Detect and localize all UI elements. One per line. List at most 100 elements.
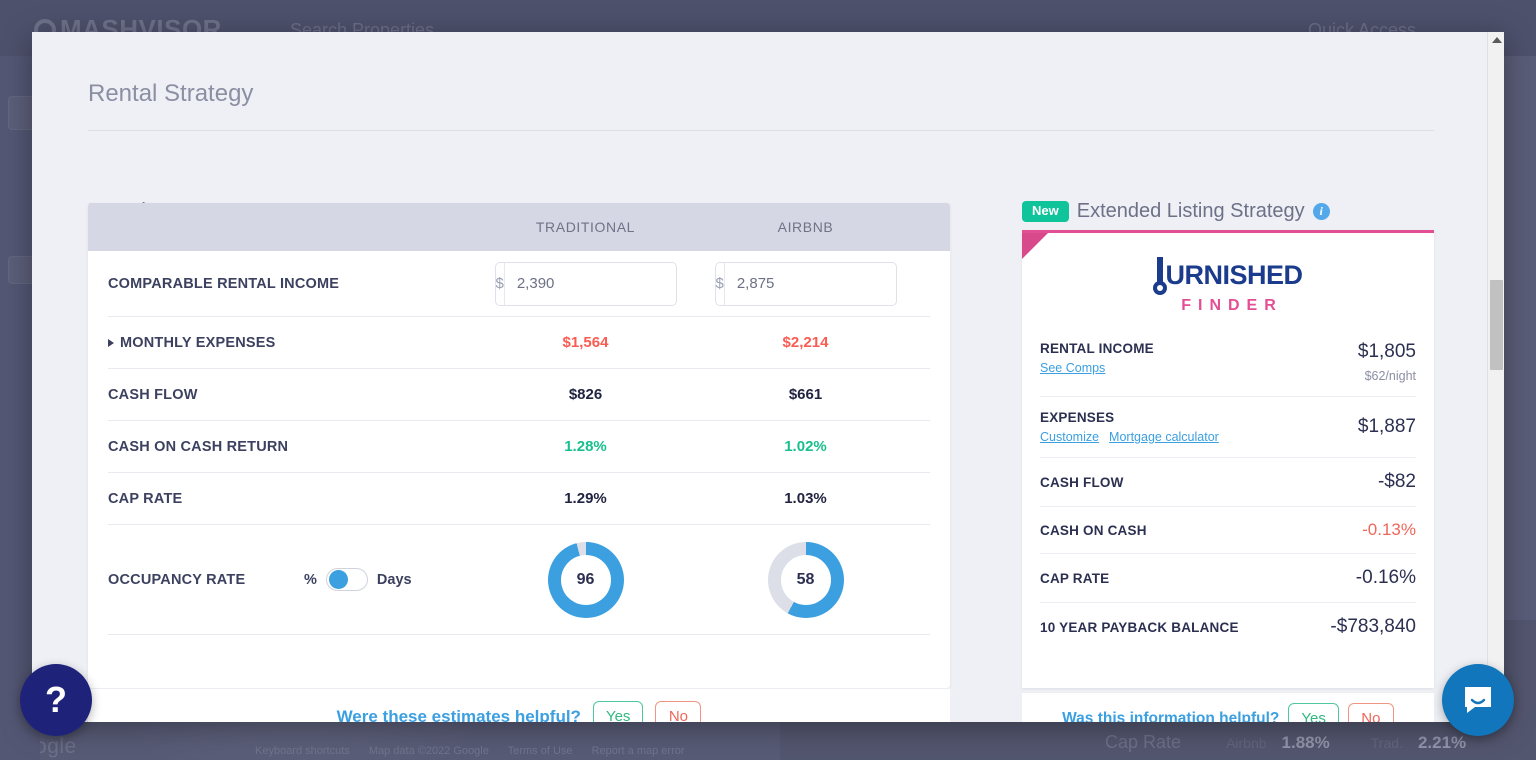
- row-label: CASH ON CASH RETURN: [108, 438, 289, 455]
- currency-prefix: $: [716, 262, 725, 305]
- comparable-rental-income-airbnb-group: $: [714, 261, 897, 306]
- ff-label: EXPENSES: [1040, 410, 1115, 425]
- ff-row-cap-rate: CAP RATE -0.16%: [1040, 554, 1416, 603]
- scroll-up-arrow-icon[interactable]: [1492, 37, 1502, 43]
- chevron-right-icon[interactable]: [108, 338, 114, 347]
- background-trad-label: Trad.: [1370, 735, 1403, 751]
- chat-widget-button[interactable]: [1442, 664, 1514, 736]
- background-cap-rate-label: Cap Rate: [1105, 732, 1182, 752]
- occupancy-rate-label: OCCUPANCY RATE: [108, 571, 246, 588]
- ff-label: RENTAL INCOME: [1040, 341, 1154, 356]
- cap-rate-airbnb: 1.03%: [784, 490, 827, 507]
- rental-strategy-table-card: TRADITIONAL AIRBNB COMPARABLE RENTAL INC…: [88, 203, 950, 688]
- extended-listing-strategy-card: URNISHED FINDER RENTAL INCOME See Comps …: [1022, 230, 1434, 688]
- page-title: Rental Strategy: [88, 80, 254, 107]
- occupancy-airbnb-value: 58: [780, 554, 831, 605]
- ff-row-right: $1,887: [1358, 410, 1416, 438]
- occupancy-traditional-value: 96: [560, 554, 611, 605]
- background-airbnb-value: 1.88%: [1281, 733, 1330, 752]
- furnished-finder-logo-top: URNISHED: [1022, 257, 1434, 295]
- new-badge: New: [1022, 200, 1069, 223]
- ff-value: $1,805: [1357, 341, 1416, 362]
- ff-row-left: EXPENSES Customize Mortgage calculator: [1040, 410, 1219, 444]
- modal-scrollbar[interactable]: [1487, 32, 1504, 722]
- left-feedback-no-button[interactable]: No: [655, 700, 702, 722]
- monthly-expenses-airbnb: $2,214: [782, 334, 829, 351]
- see-comps-link[interactable]: See Comps: [1040, 361, 1105, 375]
- background-cap-rate-row: Cap Rate Airbnb 1.88% Trad. 2.21%: [1105, 732, 1466, 753]
- background-trad-value: 2.21%: [1417, 733, 1467, 752]
- cash-flow-traditional: $826: [568, 386, 603, 403]
- mortgage-calculator-link[interactable]: Mortgage calculator: [1109, 430, 1219, 444]
- map-attribution-item: Report a map error: [591, 745, 685, 757]
- left-feedback-question: Were these estimates helpful?: [336, 706, 581, 723]
- occupancy-cell-traditional: 96: [478, 541, 693, 618]
- chat-bubble-icon: [1465, 687, 1491, 713]
- ff-links: See Comps: [1040, 361, 1154, 375]
- table-row: COMPARABLE RENTAL INCOME $ $: [108, 251, 930, 317]
- background-airbnb-label: Airbnb: [1226, 735, 1267, 751]
- rental-strategy-modal: Rental Strategy Rental Strategy i New Ex…: [32, 32, 1504, 722]
- row-cell-traditional: $: [478, 261, 693, 306]
- table-row-cash-on-cash-return: CASH ON CASH RETURN 1.28% 1.02%: [108, 421, 930, 473]
- occupancy-cell-airbnb: 58: [693, 541, 918, 618]
- ff-value: -0.16%: [1355, 567, 1416, 588]
- ff-label: CASH FLOW: [1040, 474, 1124, 490]
- monthly-expenses-traditional: $1,564: [562, 334, 609, 351]
- table-row-cap-rate: CAP RATE 1.29% 1.03%: [108, 473, 930, 525]
- ff-row-payback-balance: 10 YEAR PAYBACK BALANCE -$783,840: [1040, 603, 1416, 651]
- left-feedback-bar: Were these estimates helpful? Yes No: [88, 688, 950, 722]
- table-header-row: TRADITIONAL AIRBNB: [88, 203, 950, 251]
- ff-row-expenses: EXPENSES Customize Mortgage calculator $…: [1040, 397, 1416, 458]
- ff-value: -$82: [1377, 471, 1416, 492]
- right-feedback-no-button[interactable]: No: [1347, 702, 1394, 722]
- map-attribution: Keyboard shortcuts Map data ©2022 Google…: [255, 745, 701, 757]
- right-section-heading-label: Extended Listing Strategy: [1076, 200, 1305, 222]
- row-label: COMPARABLE RENTAL INCOME: [108, 275, 340, 292]
- cap-rate-traditional: 1.29%: [564, 490, 607, 507]
- cash-on-cash-return-traditional: 1.28%: [564, 438, 607, 455]
- furnished-finder-logo: URNISHED FINDER: [1022, 233, 1434, 314]
- right-feedback-bar: Was this information helpful? Yes No: [1022, 692, 1434, 722]
- left-feedback-yes-button[interactable]: Yes: [592, 700, 644, 722]
- customize-link[interactable]: Customize: [1040, 430, 1099, 444]
- table-header-traditional: TRADITIONAL: [535, 219, 636, 235]
- ff-value: -0.13%: [1362, 520, 1416, 539]
- cash-flow-airbnb: $661: [788, 386, 823, 403]
- occupancy-unit-toggle[interactable]: % Days: [304, 568, 478, 591]
- info-icon[interactable]: i: [1312, 203, 1330, 220]
- map-attribution-item: Keyboard shortcuts: [255, 745, 350, 757]
- scrollbar-thumb[interactable]: [1490, 280, 1503, 370]
- row-label: MONTHLY EXPENSES: [120, 334, 276, 351]
- help-button[interactable]: ?: [20, 664, 92, 736]
- row-label: CAP RATE: [108, 490, 183, 507]
- ff-label: CASH ON CASH: [1040, 522, 1147, 538]
- furnished-finder-logo-bottom: FINDER: [1181, 297, 1283, 314]
- ff-row-cash-on-cash: CASH ON CASH -0.13%: [1040, 507, 1416, 554]
- table-header-airbnb: AIRBNB: [777, 219, 834, 235]
- keyhole-icon: [1153, 257, 1168, 295]
- comparable-rental-income-airbnb-input[interactable]: [724, 262, 896, 305]
- occupancy-donut-airbnb: 58: [767, 541, 844, 618]
- currency-prefix: $: [496, 262, 505, 305]
- ff-subvalue: $62/night: [1364, 369, 1416, 383]
- comparable-rental-income-traditional-input[interactable]: [504, 262, 676, 305]
- ff-row-right: $1,805 $62/night: [1358, 341, 1416, 383]
- row-cell-airbnb: $: [693, 261, 918, 306]
- corner-ribbon: [1022, 233, 1048, 259]
- occupancy-donut-traditional: 96: [547, 541, 624, 618]
- table-row-monthly-expenses[interactable]: MONTHLY EXPENSES $1,564 $2,214: [108, 317, 930, 369]
- cash-on-cash-return-airbnb: 1.02%: [784, 438, 827, 455]
- ff-row-left: RENTAL INCOME See Comps: [1040, 341, 1154, 375]
- map-attribution-item: Map data ©2022 Google: [368, 745, 489, 757]
- right-section-heading: New Extended Listing Strategy i: [1022, 200, 1330, 223]
- right-feedback-yes-button[interactable]: Yes: [1288, 702, 1339, 722]
- divider: [88, 130, 1434, 131]
- toggle-knob: [328, 570, 348, 589]
- furnished-finder-logo-top-text: URNISHED: [1165, 260, 1303, 290]
- comparable-rental-income-traditional-group: $: [494, 261, 677, 306]
- toggle-label-percent: %: [304, 571, 317, 588]
- ff-value: $1,887: [1357, 416, 1416, 437]
- table-row-occupancy-rate: OCCUPANCY RATE % Days 96 58: [108, 525, 930, 635]
- toggle-switch[interactable]: [325, 568, 368, 591]
